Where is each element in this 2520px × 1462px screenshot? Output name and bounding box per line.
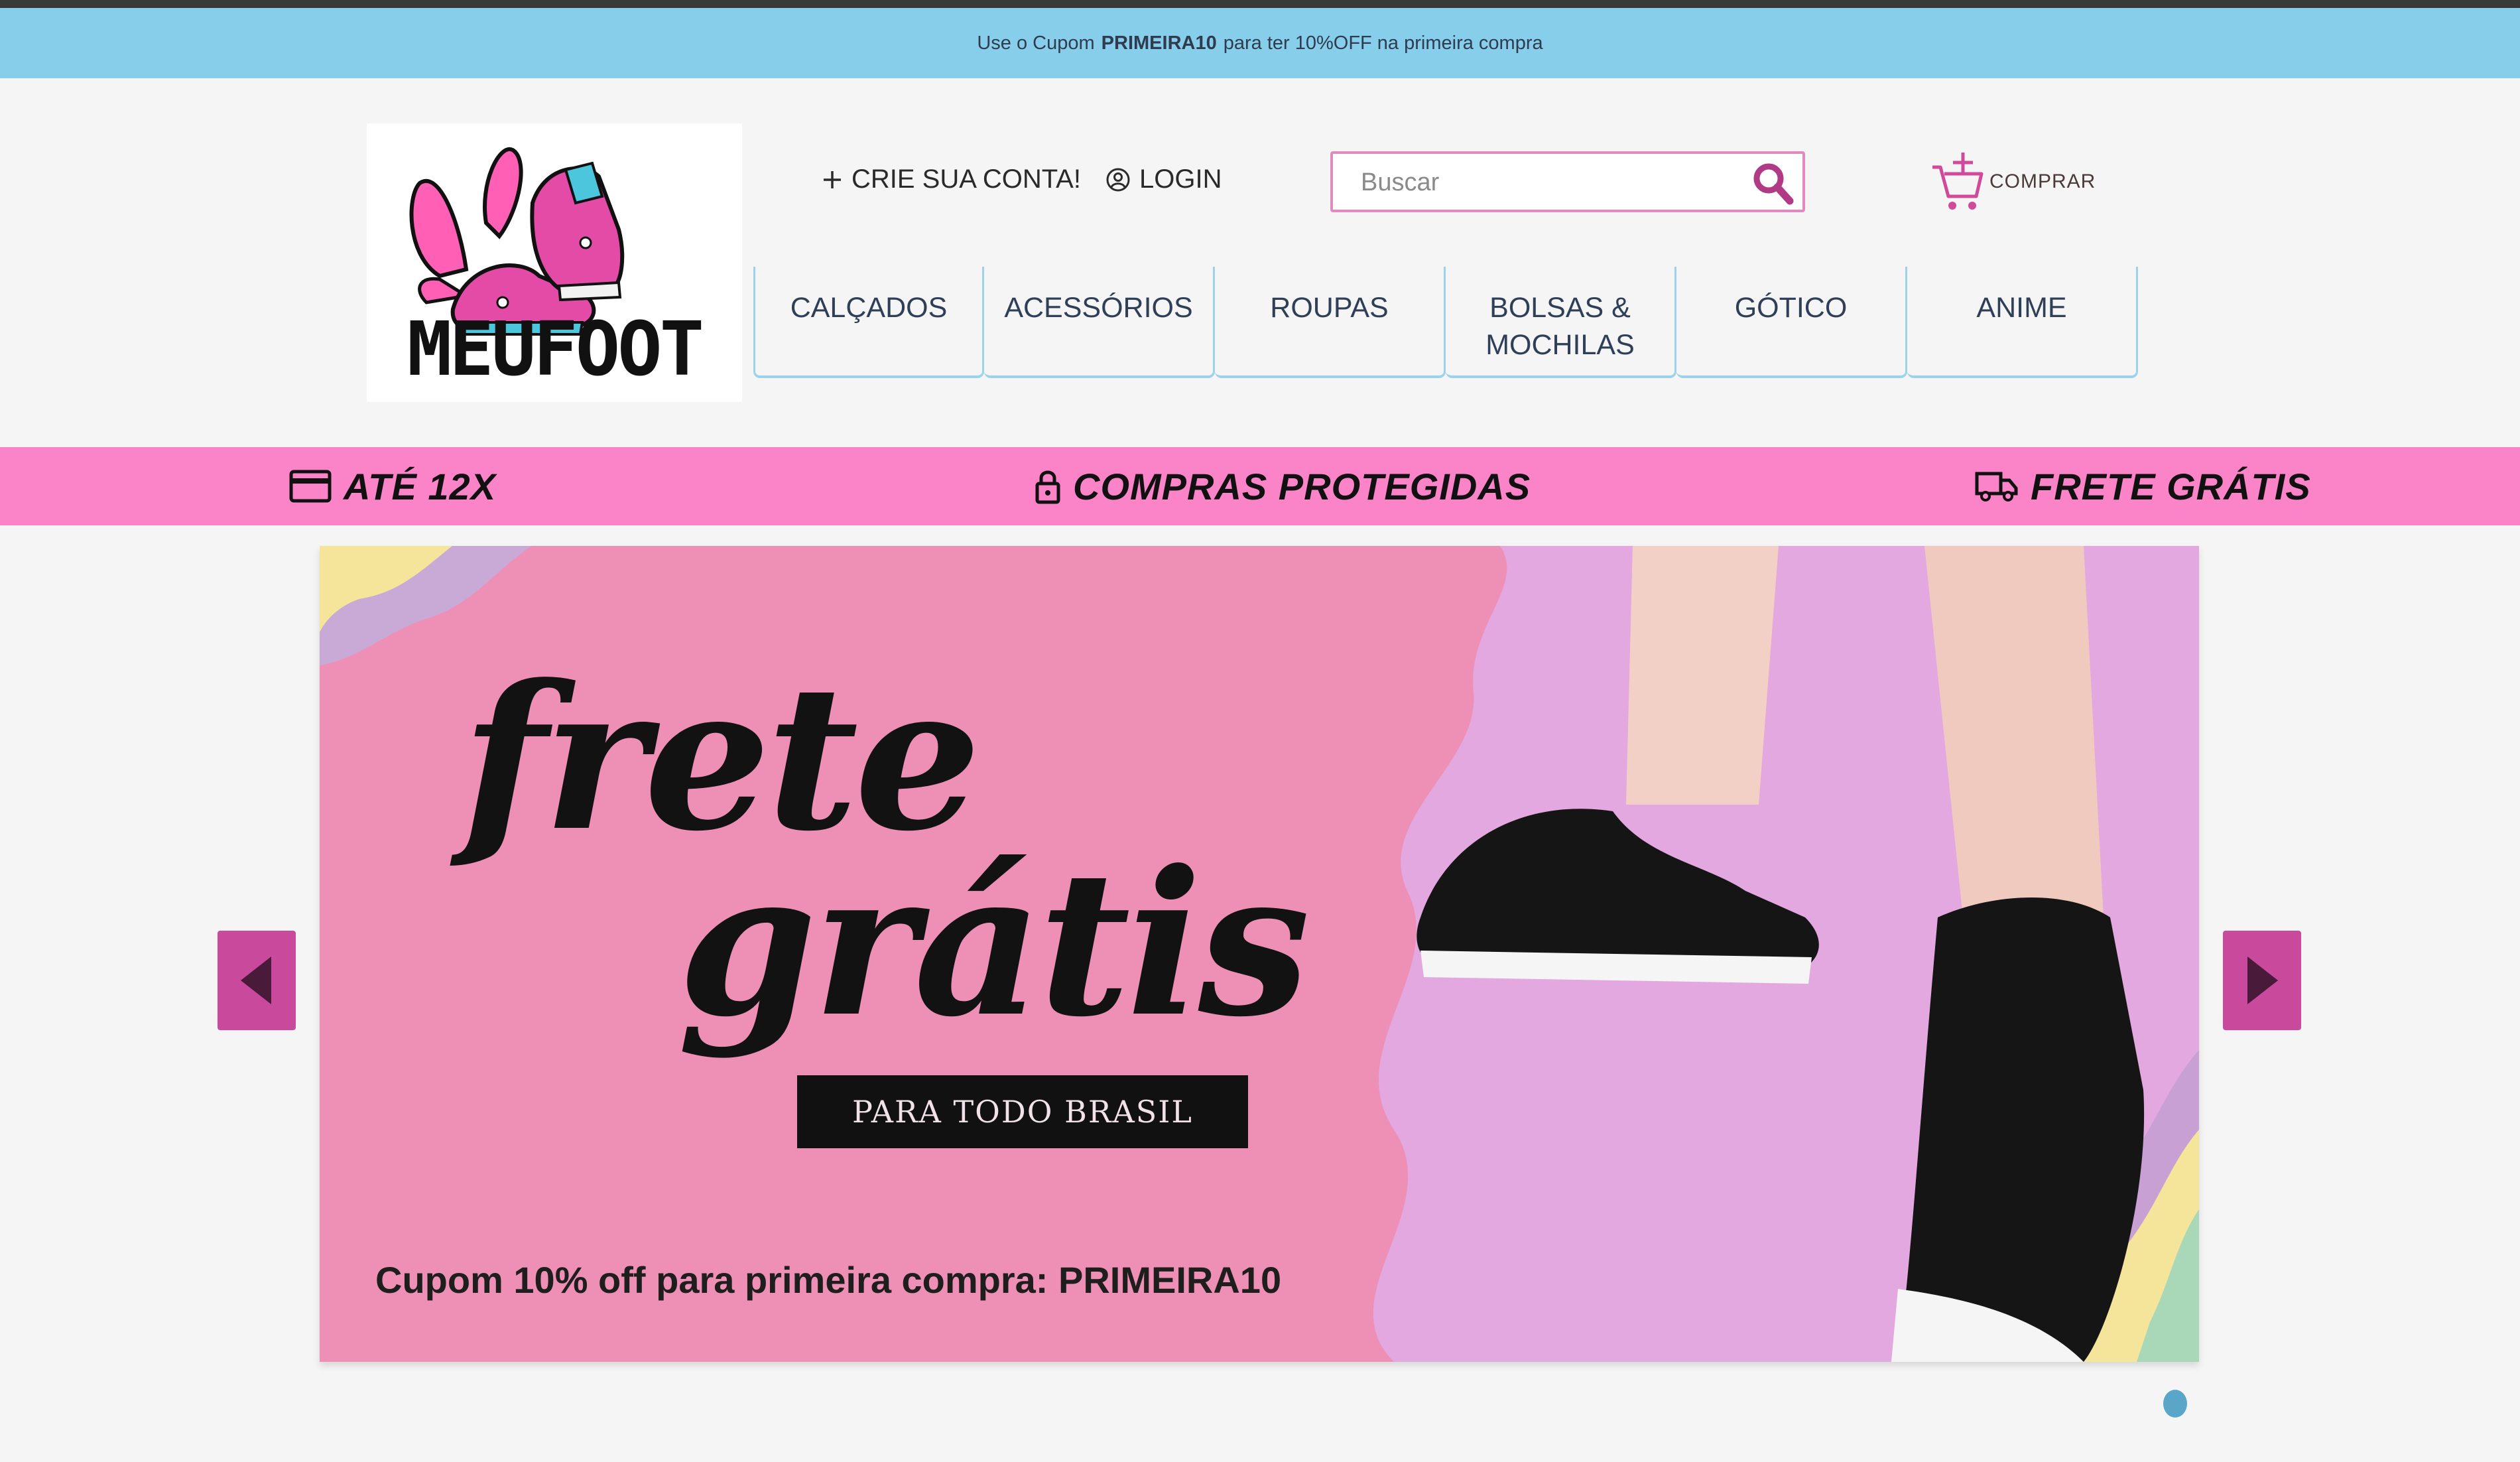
site-logo[interactable]: MEUFOOT	[367, 123, 742, 402]
nav-item-roupas[interactable]: ROUPAS	[1215, 267, 1446, 378]
create-account-label: CRIE SUA CONTA!	[851, 165, 1081, 194]
nav-item-label: BOLSAS & MOCHILAS	[1485, 292, 1635, 361]
hero-banner[interactable]: frete grátis PARA TODO BRASIL Cupom 10% …	[320, 546, 2199, 1362]
plus-icon	[821, 168, 844, 191]
carousel-next-button[interactable]	[2223, 931, 2301, 1030]
search-input[interactable]	[1359, 163, 1733, 202]
login-link[interactable]: LOGIN	[1105, 165, 1222, 194]
banner-title-line2: grátis	[678, 827, 1310, 1061]
banner-tagline: PARA TODO BRASIL	[797, 1075, 1248, 1148]
cart-add-icon	[1932, 153, 1984, 210]
coupon-announcement-bar: Use o Cupom PRIMEIRA10 para ter 10%OFF n…	[0, 8, 2520, 78]
search-button[interactable]	[1748, 158, 1798, 208]
credit-card-icon	[289, 469, 332, 503]
logo-wordmark: MEUFOOT	[407, 306, 704, 393]
create-account-link[interactable]: CRIE SUA CONTA!	[821, 165, 1081, 194]
benefit-protected-label: COMPRAS PROTEGIDAS	[1073, 465, 1531, 507]
user-circle-icon	[1105, 166, 1131, 193]
coupon-prefix: Use o Cupom	[977, 32, 1095, 54]
nav-item-gotico[interactable]: GÓTICO	[1676, 267, 1907, 378]
nav-item-calcados[interactable]: CALÇADOS	[753, 267, 984, 378]
banner-coupon-text: Cupom 10% off para primeira compra: PRIM…	[375, 1259, 1282, 1301]
cart-link[interactable]: COMPRAR	[1928, 150, 2096, 214]
coupon-suffix: para ter 10%OFF na primeira compra	[1223, 32, 1543, 54]
carousel-dot-active[interactable]	[2163, 1390, 2187, 1418]
top-border	[0, 0, 2520, 8]
triangle-left-icon	[241, 957, 271, 1004]
main-navigation: CALÇADOS ACESSÓRIOS ROUPAS BOLSAS & MOCH…	[753, 267, 2138, 378]
triangle-right-icon	[2247, 957, 2278, 1004]
truck-icon	[1975, 470, 2019, 503]
search-box	[1330, 151, 1805, 212]
cart-label: COMPRAR	[1989, 170, 2096, 192]
benefits-bar: ATÉ 12X COMPRAS PROTEGIDAS FRETE GRÁTIS	[0, 447, 2520, 525]
nav-item-acessorios[interactable]: ACESSÓRIOS	[984, 267, 1215, 378]
login-label: LOGIN	[1139, 165, 1222, 194]
nav-item-bolsas-mochilas[interactable]: BOLSAS & MOCHILAS	[1446, 267, 1676, 378]
nav-item-anime[interactable]: ANIME	[1907, 267, 2138, 378]
site-header: MEUFOOT CRIE SUA CONTA! LOGIN COMPRAR CA…	[0, 78, 2520, 447]
search-icon	[1753, 163, 1794, 205]
lock-icon	[1035, 468, 1061, 505]
benefit-shipping: FRETE GRÁTIS	[1975, 447, 2311, 525]
benefit-installments: ATÉ 12X	[289, 447, 496, 525]
benefit-shipping-label: FRETE GRÁTIS	[2031, 465, 2311, 507]
benefit-protected: COMPRAS PROTEGIDAS	[1035, 447, 1531, 525]
carousel-prev-button[interactable]	[218, 931, 296, 1030]
coupon-code: PRIMEIRA10	[1101, 32, 1217, 54]
benefit-installments-label: ATÉ 12X	[344, 465, 497, 507]
